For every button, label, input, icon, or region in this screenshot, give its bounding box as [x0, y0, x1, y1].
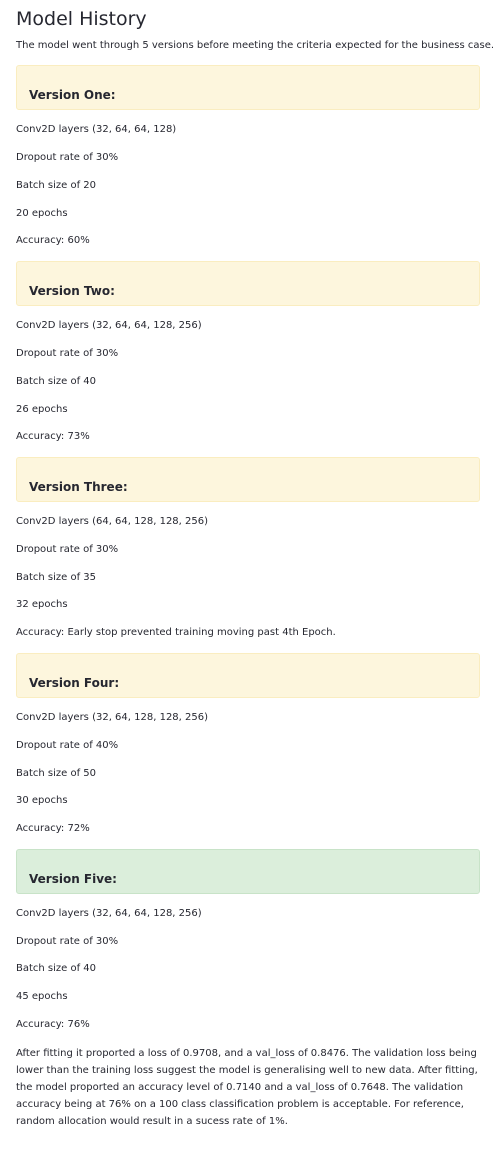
version-three-batch: Batch size of 35 — [16, 572, 97, 583]
version-two-dropout: Dropout rate of 30% — [16, 348, 119, 359]
version-five-dropout: Dropout rate of 30% — [16, 936, 119, 947]
conclusion-paragraph: After fitting it proported a loss of 0.9… — [16, 1048, 478, 1127]
version-one-accuracy: Accuracy: 60% — [16, 235, 90, 246]
version-two-title: Version Two: — [29, 284, 115, 298]
version-three-title: Version Three: — [29, 480, 128, 494]
intro-text: The model went through 5 versions before… — [16, 40, 495, 51]
version-four-epochs: 30 epochs — [16, 795, 68, 806]
version-two-batch: Batch size of 40 — [16, 376, 97, 387]
version-three-dropout: Dropout rate of 30% — [16, 544, 119, 555]
version-five-header: Version Five: — [16, 849, 480, 894]
version-five-epochs: 45 epochs — [16, 991, 68, 1002]
version-one-title: Version One: — [29, 88, 116, 102]
version-one-dropout: Dropout rate of 30% — [16, 152, 119, 163]
version-one-header: Version One: — [16, 65, 480, 110]
version-five-accuracy: Accuracy: 76% — [16, 1019, 90, 1030]
version-three-epochs: 32 epochs — [16, 599, 68, 610]
version-one-batch: Batch size of 20 — [16, 180, 97, 191]
version-three-layers: Conv2D layers (64, 64, 128, 128, 256) — [16, 516, 209, 527]
version-four-layers: Conv2D layers (32, 64, 128, 128, 256) — [16, 712, 209, 723]
version-two-header: Version Two: — [16, 261, 480, 306]
version-four-dropout: Dropout rate of 40% — [16, 740, 119, 751]
version-two-epochs: 26 epochs — [16, 404, 68, 415]
version-three-accuracy: Accuracy: Early stop prevented training … — [16, 627, 336, 638]
version-four-header: Version Four: — [16, 653, 480, 698]
version-one-layers: Conv2D layers (32, 64, 64, 128) — [16, 124, 177, 135]
version-five-title: Version Five: — [29, 872, 117, 886]
version-five-batch: Batch size of 40 — [16, 963, 97, 974]
version-one-epochs: 20 epochs — [16, 208, 68, 219]
version-five-layers: Conv2D layers (32, 64, 64, 128, 256) — [16, 908, 202, 919]
version-three-header: Version Three: — [16, 457, 480, 502]
version-four-batch: Batch size of 50 — [16, 768, 97, 779]
version-two-accuracy: Accuracy: 73% — [16, 431, 90, 442]
page-title: Model History — [16, 8, 147, 30]
version-two-layers: Conv2D layers (32, 64, 64, 128, 256) — [16, 320, 202, 331]
version-four-accuracy: Accuracy: 72% — [16, 823, 90, 834]
version-four-title: Version Four: — [29, 676, 120, 690]
model-history-page: Model History The model went through 5 v… — [0, 0, 500, 1150]
